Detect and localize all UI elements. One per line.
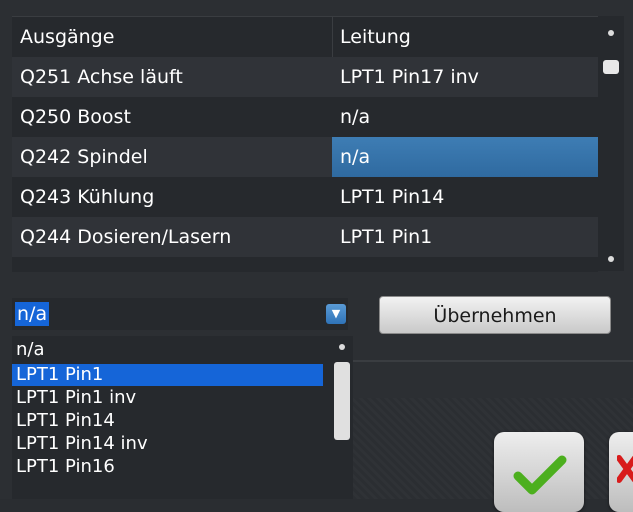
dialog-footer-background [353,398,633,499]
output-name-cell[interactable]: Q243 Kühlung [12,177,332,217]
table-row[interactable]: Q251 Achse läuft LPT1 Pin17 inv [12,57,598,97]
chevron-down-icon[interactable]: ▼ [326,304,346,324]
apply-button[interactable]: Übernehmen [379,296,611,334]
dropdown-option[interactable]: n/a [12,339,323,361]
line-cell[interactable]: LPT1 Pin1 [332,217,598,257]
dropdown-option[interactable]: LPT1 Pin14 [12,410,323,432]
table-row[interactable]: Q250 Boost n/a [12,97,598,137]
dropdown-scroll-thumb[interactable] [334,362,350,440]
dropdown-option[interactable]: LPT1 Pin1 inv [12,387,323,409]
table-row[interactable]: Q244 Dosieren/Lasern LPT1 Pin1 [12,217,598,257]
table-header: Ausgänge Leitung [12,17,598,57]
cancel-button[interactable] [609,432,633,512]
output-name-cell[interactable]: Q244 Dosieren/Lasern [12,217,332,257]
output-name-cell[interactable]: Q242 Spindel [12,137,332,177]
dropdown-scroll-up-indicator[interactable] [339,344,345,350]
dropdown-scrollbar[interactable] [331,336,353,499]
line-select-value[interactable]: n/a [15,302,50,326]
dropdown-option[interactable]: LPT1 Pin14 inv [12,433,323,455]
outputs-table: Ausgänge Leitung Q251 Achse läuft LPT1 P… [12,16,598,272]
table-scrollbar[interactable] [598,16,624,271]
table-row[interactable]: Q242 Spindel n/a [12,137,598,177]
ok-button[interactable] [494,432,584,512]
scroll-down-indicator[interactable] [608,256,614,262]
line-cell-selected[interactable]: n/a [332,137,598,177]
dropdown-option-highlighted[interactable]: LPT1 Pin1 [12,364,323,386]
table-scroll-thumb[interactable] [603,60,619,74]
x-icon [617,455,633,483]
scroll-up-indicator[interactable] [608,30,614,36]
column-header-outputs[interactable]: Ausgänge [12,17,332,57]
table-row[interactable]: Q243 Kühlung LPT1 Pin14 [12,177,598,217]
line-cell[interactable]: LPT1 Pin14 [332,177,598,217]
line-dropdown-list[interactable]: n/a LPT1 Pin1 LPT1 Pin1 inv LPT1 Pin14 L… [12,336,353,499]
line-cell[interactable]: LPT1 Pin17 inv [332,57,598,97]
output-name-cell[interactable]: Q251 Achse läuft [12,57,332,97]
dropdown-option[interactable]: LPT1 Pin16 [12,456,323,478]
line-select[interactable]: n/a ▼ [12,298,348,330]
line-cell[interactable]: n/a [332,97,598,137]
column-header-line[interactable]: Leitung [332,17,598,57]
checkmark-icon [513,455,567,495]
divider [353,360,633,362]
output-name-cell[interactable]: Q250 Boost [12,97,332,137]
io-config-panel: Ausgänge Leitung Q251 Achse läuft LPT1 P… [0,0,633,512]
